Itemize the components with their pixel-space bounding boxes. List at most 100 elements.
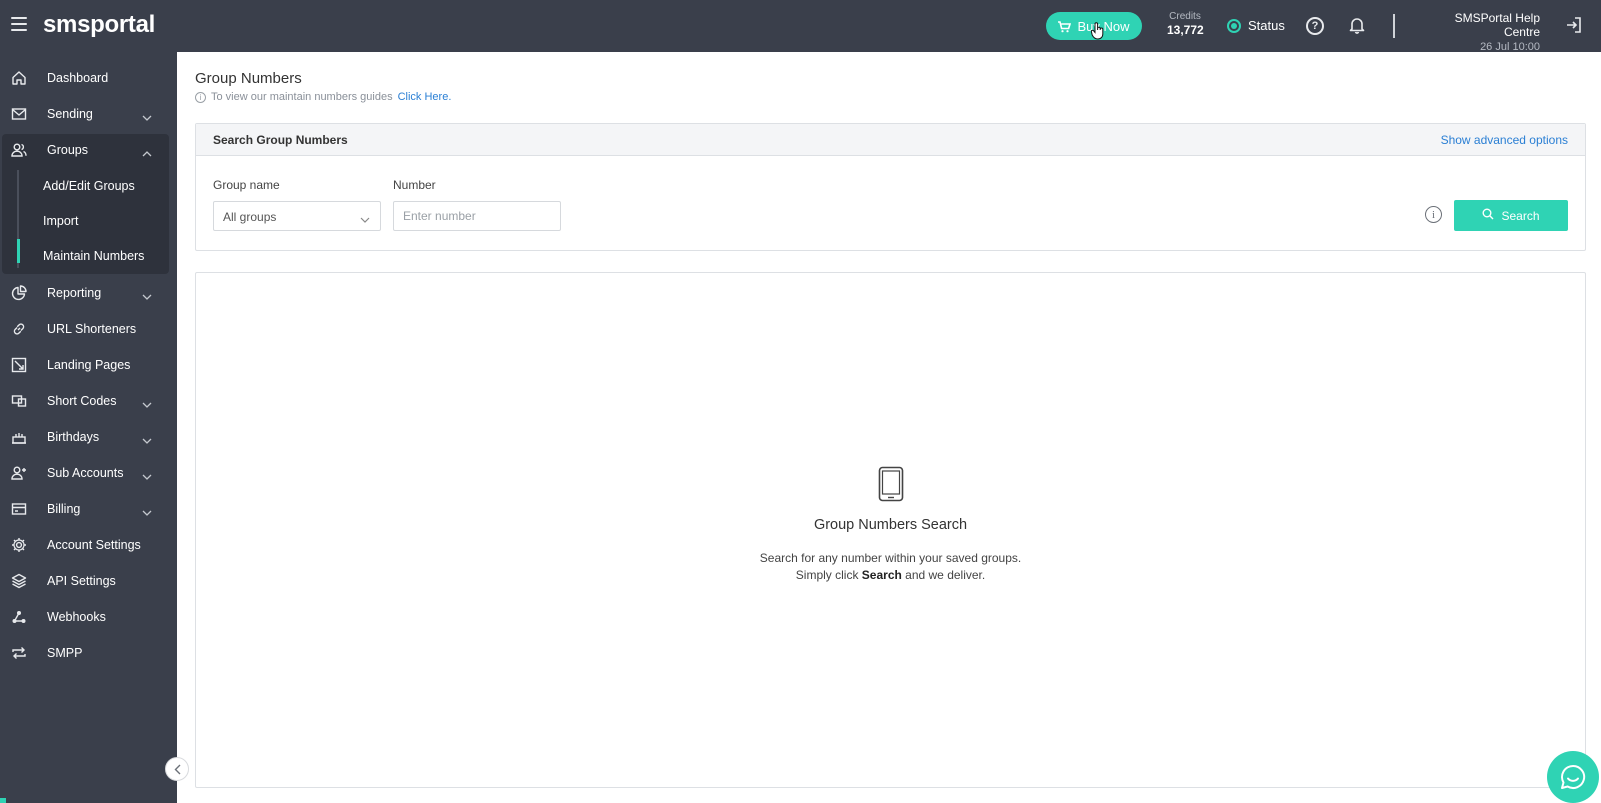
empty-text-bold: Search <box>861 568 902 582</box>
logo-text-portal: portal <box>90 11 156 38</box>
help-centre-link[interactable]: SMSPortal Help Centre 26 Jul 10:00 <box>1418 11 1540 53</box>
envelope-icon <box>11 106 27 122</box>
cart-icon <box>1058 20 1072 32</box>
layers-icon <box>11 573 27 589</box>
sidebar-item-billing[interactable]: Billing <box>0 492 177 526</box>
number-label: Number <box>393 178 436 192</box>
logo[interactable]: smsportal <box>43 11 155 39</box>
empty-state-text: Search for any number within your saved … <box>196 550 1585 584</box>
webhook-icon <box>11 609 27 625</box>
sidebar-item-label: Billing <box>47 502 81 516</box>
help-centre-date: 26 Jul 10:00 <box>1480 41 1540 53</box>
sidebar-item-account-settings[interactable]: Account Settings <box>0 528 177 562</box>
sidebar-item-label: URL Shorteners <box>47 322 137 336</box>
submenu-item-import[interactable]: Import <box>43 214 78 228</box>
user-plus-icon <box>11 465 27 481</box>
empty-text-part: and we deliver. <box>901 568 986 582</box>
empty-state: Group Numbers Search Search for any numb… <box>196 466 1585 584</box>
sidebar-item-label: Reporting <box>47 286 102 300</box>
chat-support-button[interactable] <box>1547 751 1599 803</box>
chevron-down-icon <box>142 110 152 124</box>
show-advanced-options-link[interactable]: Show advanced options <box>1441 133 1568 147</box>
sidebar-item-api-settings[interactable]: API Settings <box>0 564 177 598</box>
submenu-item-add-edit-groups[interactable]: Add/Edit Groups <box>43 179 135 193</box>
page-title: Group Numbers <box>195 70 302 87</box>
hamburger-menu-icon[interactable] <box>11 17 27 31</box>
group-name-label: Group name <box>213 178 280 192</box>
sidebar-item-label: Dashboard <box>47 71 109 85</box>
chevron-left-icon <box>174 764 180 774</box>
sidebar-item-label: Sending <box>47 107 93 121</box>
sidebar-item-label: Birthdays <box>47 430 100 444</box>
pie-chart-icon <box>11 285 27 301</box>
sidebar-item-birthdays[interactable]: Birthdays <box>0 420 177 454</box>
search-icon <box>1482 208 1494 223</box>
guide-info-text: To view our maintain numbers guides <box>211 91 393 103</box>
sidebar-item-label: Sub Accounts <box>47 466 124 480</box>
status-button[interactable]: Status <box>1227 18 1285 33</box>
chevron-down-icon <box>142 397 152 411</box>
sidebar-item-label: API Settings <box>47 574 116 588</box>
empty-state-line-1: Search for any number within your saved … <box>759 551 1022 565</box>
sidebar-item-smpp[interactable]: SMPP <box>0 636 177 670</box>
sidebar-item-label: SMPP <box>47 646 83 660</box>
chevron-down-icon <box>142 289 152 303</box>
click-here-link[interactable]: Click Here. <box>398 91 452 103</box>
buy-now-button[interactable]: Buy Now <box>1046 12 1142 40</box>
sidebar-item-landing-pages[interactable]: Landing Pages <box>0 348 177 382</box>
landing-page-icon <box>11 357 27 373</box>
sidebar-item-groups[interactable]: Groups <box>0 133 177 167</box>
sidebar-item-short-codes[interactable]: Short Codes <box>0 384 177 418</box>
submenu-item-maintain-numbers[interactable]: Maintain Numbers <box>43 249 144 263</box>
info-icon[interactable]: i <box>1425 206 1442 223</box>
sidebar-item-url-shorteners[interactable]: URL Shorteners <box>0 312 177 346</box>
sidebar-item-webhooks[interactable]: Webhooks <box>0 600 177 634</box>
status-label: Status <box>1248 18 1285 33</box>
sidebar-item-label: Webhooks <box>47 610 106 624</box>
gear-icon <box>11 537 27 553</box>
search-card-title: Search Group Numbers <box>213 133 348 147</box>
credits-display: Credits 13,772 <box>1167 11 1204 37</box>
search-button[interactable]: Search <box>1454 200 1568 231</box>
help-centre-title: SMSPortal Help Centre <box>1454 11 1540 39</box>
chevron-down-icon <box>142 505 152 519</box>
guide-info-line: i To view our maintain numbers guides Cl… <box>195 91 451 103</box>
info-icon: i <box>195 91 206 103</box>
sidebar-item-sub-accounts[interactable]: Sub Accounts <box>0 456 177 490</box>
submenu-track <box>17 170 20 268</box>
active-indicator <box>17 239 20 263</box>
logout-icon[interactable] <box>1566 17 1582 38</box>
chevron-down-icon <box>142 433 152 447</box>
sidebar-item-label: Landing Pages <box>47 358 131 372</box>
sidebar-collapse-button[interactable] <box>165 757 189 781</box>
chat-icon <box>1561 764 1586 789</box>
sidebar-item-dashboard[interactable]: Dashboard <box>0 61 177 95</box>
empty-state-title: Group Numbers Search <box>813 517 968 533</box>
bottom-accent <box>0 798 6 803</box>
group-name-select[interactable]: All groups <box>213 201 381 231</box>
topbar-divider <box>1393 14 1395 38</box>
link-icon <box>11 321 27 337</box>
phone-icon <box>878 466 904 507</box>
help-icon[interactable]: ? <box>1306 17 1324 35</box>
number-input[interactable] <box>393 201 561 231</box>
sidebar: Dashboard Sending Groups Add/Edit Groups… <box>0 52 177 803</box>
top-bar: smsportal Buy Now Credits 13,772 Status … <box>0 0 1601 53</box>
repeat-icon <box>11 645 27 661</box>
cake-icon <box>11 429 27 445</box>
users-icon <box>11 142 27 158</box>
bell-icon[interactable] <box>1349 16 1365 39</box>
short-code-icon <box>11 393 27 409</box>
credits-label: Credits <box>1169 11 1201 22</box>
sidebar-item-label: Account Settings <box>47 538 141 552</box>
sidebar-item-reporting[interactable]: Reporting <box>0 276 177 310</box>
empty-state-line-2: Simply click Search and we deliver. <box>196 567 1585 584</box>
credit-card-icon <box>11 501 27 517</box>
sidebar-item-sending[interactable]: Sending <box>0 97 177 131</box>
search-card: Search Group Numbers Show advanced optio… <box>195 123 1586 251</box>
search-card-header: Search Group Numbers Show advanced optio… <box>196 124 1585 156</box>
chevron-down-icon <box>360 212 370 226</box>
sidebar-item-label: Groups <box>47 143 88 157</box>
credits-value: 13,772 <box>1167 23 1204 37</box>
search-button-label: Search <box>1501 208 1540 223</box>
